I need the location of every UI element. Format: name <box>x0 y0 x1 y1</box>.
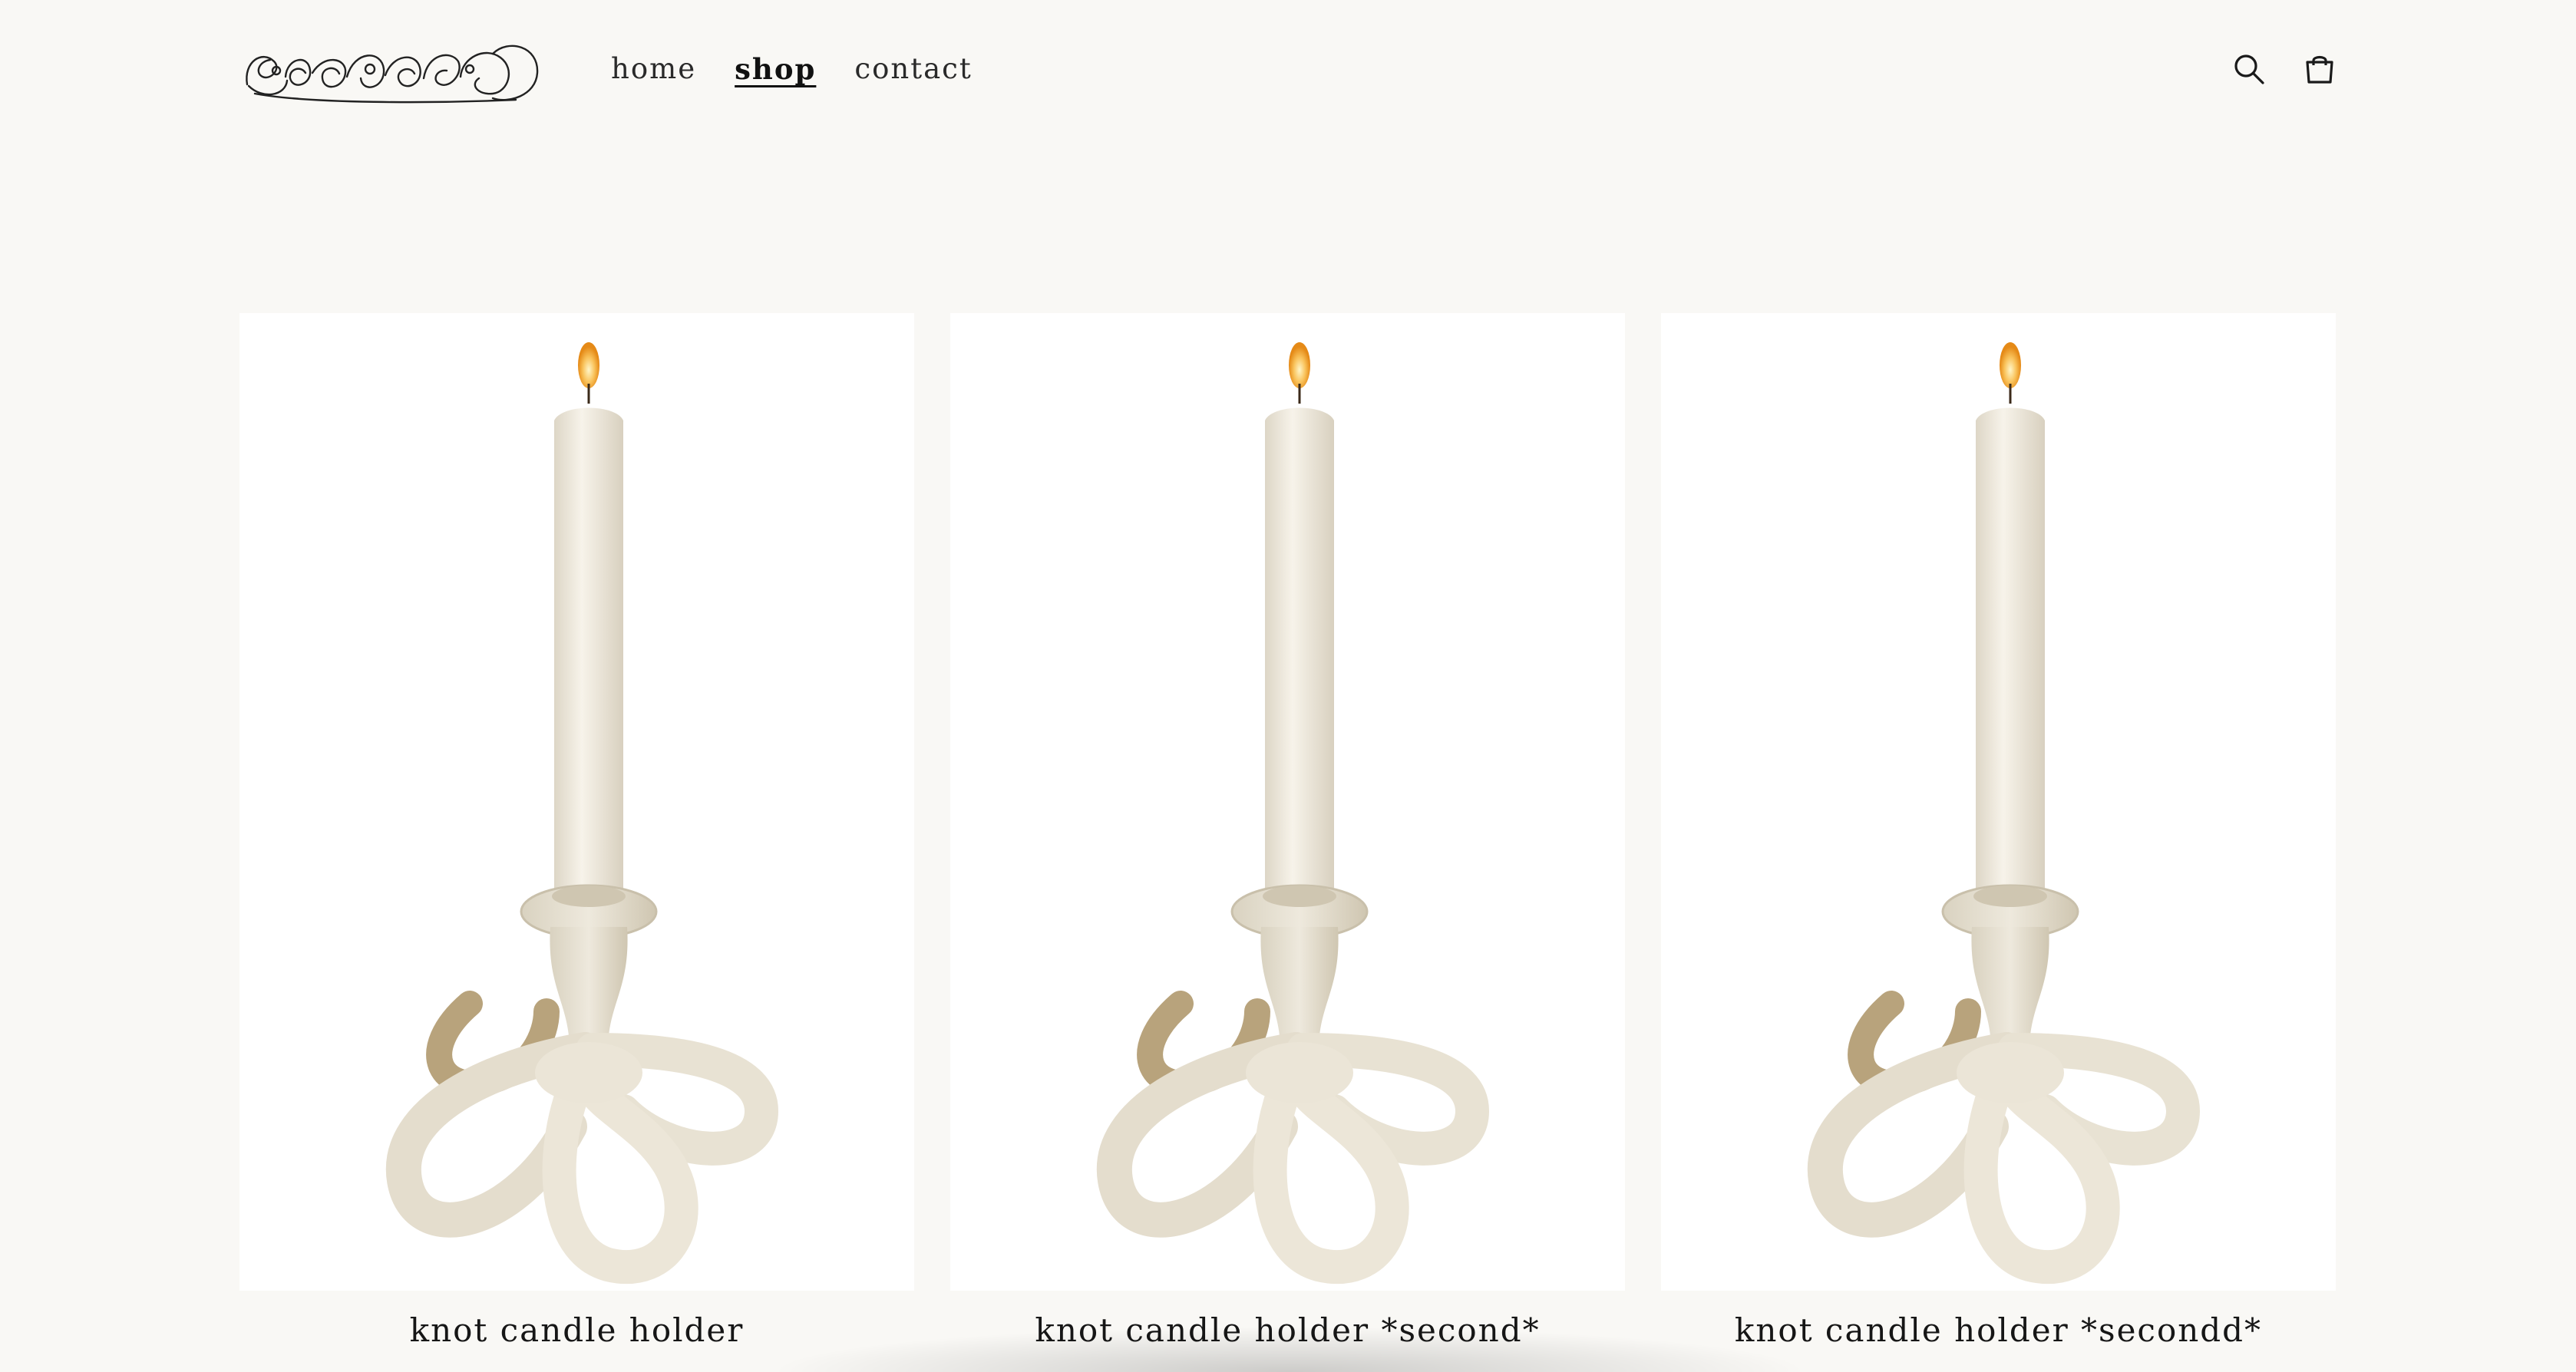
product-grid: knot candle holder knot candle holder *s… <box>239 313 2337 1354</box>
product-title[interactable]: knot candle holder <box>239 1308 914 1354</box>
nav-contact[interactable]: contact <box>854 46 972 92</box>
cart-icon <box>2306 55 2333 84</box>
logo-icon <box>246 45 539 104</box>
product-card[interactable]: knot candle holder *second* <box>950 313 1625 1354</box>
product-image[interactable] <box>950 313 1625 1291</box>
product-image[interactable] <box>1661 313 2336 1291</box>
main-nav: home shop contact <box>611 46 973 92</box>
product-title[interactable]: knot candle holder *second* <box>950 1308 1625 1354</box>
nav-home[interactable]: home <box>611 46 696 92</box>
site-header: home shop contact <box>0 0 2576 140</box>
search-button[interactable] <box>2224 45 2274 94</box>
candle-holder-illustration <box>385 342 779 1285</box>
product-card[interactable]: knot candle holder <box>239 313 914 1354</box>
logo[interactable] <box>239 31 547 107</box>
cart-button[interactable] <box>2295 45 2344 94</box>
candle-holder-illustration <box>1807 342 2201 1285</box>
product-title[interactable]: knot candle holder *secondd* <box>1661 1308 2336 1354</box>
candle-holder-illustration <box>1096 342 1490 1285</box>
nav-shop[interactable]: shop <box>735 46 816 92</box>
search-icon <box>2234 54 2264 84</box>
product-image[interactable] <box>239 313 914 1291</box>
product-card[interactable]: knot candle holder *secondd* <box>1661 313 2336 1354</box>
